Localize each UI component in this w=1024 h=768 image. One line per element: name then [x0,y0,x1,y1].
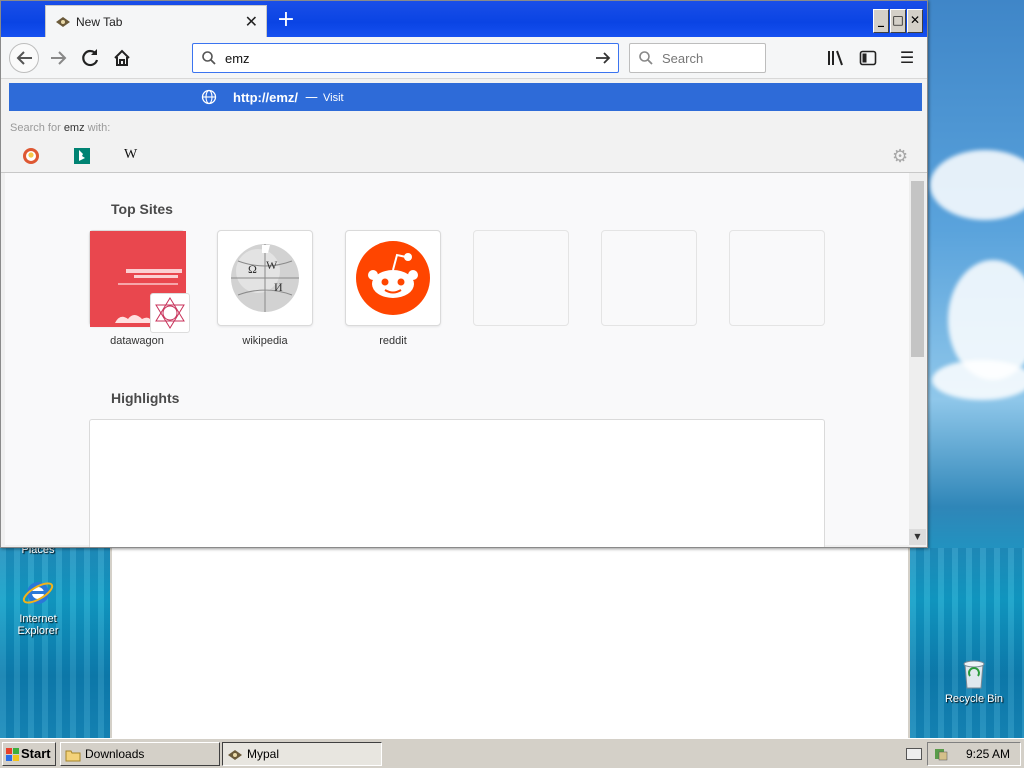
new-tab-button[interactable]: + [273,7,299,33]
top-site-label: datawagon [110,335,164,347]
menu-icon[interactable]: ☰ [892,43,922,73]
mypal-icon [227,747,243,768]
top-site-tile-wikipedia[interactable]: Ω W И [217,230,313,326]
duckduckgo-icon[interactable] [22,147,40,165]
taskbar-item-label: Downloads [85,747,145,761]
mypal-tab-icon [55,15,71,29]
taskbar-item-label: Mypal [247,747,280,761]
top-sites-title: Top Sites [111,201,173,217]
new-tab-page: Top Sites datawagon Ω W И wikipedia redd… [5,173,909,547]
bing-icon[interactable] [73,147,91,165]
top-site-tile-reddit[interactable] [345,230,441,326]
top-site-label: wikipedia [242,335,288,347]
globe-icon [201,89,217,105]
browser-window: New Tab ✕ + _ □ ✕ emz Search ☰ http://em… [0,0,928,548]
datawagon-favicon [150,293,190,333]
reload-button[interactable] [75,43,105,73]
search-bar[interactable]: Search [629,43,766,73]
reddit-icon [356,241,430,315]
recycle-bin-icon [957,656,991,690]
clock[interactable]: 9:25 AM [966,743,1010,765]
visit-url-row[interactable]: http://emz/ — Visit [9,83,922,111]
wikipedia-globe-icon: Ω W И [231,244,299,312]
tab-title: New Tab [76,15,123,29]
desktop-icon-recycle-bin[interactable]: Recycle Bin [936,656,1012,705]
search-icon [201,50,217,66]
visit-url-text: http://emz/ [233,90,298,105]
top-site-label: reddit [379,335,407,347]
highlights-title: Highlights [111,390,180,406]
sidebar-button[interactable] [853,43,883,73]
desktop-icon-internet-explorer[interactable]: Internet Explorer [0,576,76,637]
maximize-button[interactable]: □ [890,9,906,33]
search-bar-placeholder: Search [662,51,704,66]
tab-new-tab[interactable]: New Tab ✕ [45,5,267,37]
downloads-window-background [110,546,910,738]
visit-action-label: Visit [323,92,344,104]
close-window-button[interactable]: ✕ [907,9,923,33]
go-arrow-icon[interactable] [594,47,612,74]
folder-icon [65,747,81,768]
search-with-term: emz [63,122,85,134]
scroll-down-icon[interactable]: ▼ [909,529,926,545]
network-icon[interactable] [933,746,949,768]
svg-text:W: W [266,258,278,272]
vertical-scrollbar[interactable]: ▼ [909,173,926,545]
taskbar-item-downloads[interactable]: Downloads [60,742,220,766]
cloud-decoration [932,360,1024,400]
desktop-icon-label: Internet Explorer [17,613,59,637]
internet-explorer-icon [21,576,55,610]
keyboard-icon[interactable] [906,748,922,760]
forward-button[interactable] [43,43,73,73]
url-autocomplete-popup: http://emz/ — Visit Search for emz with:… [1,79,927,173]
url-input-value[interactable]: emz [225,51,250,66]
visit-separator: — [305,90,318,105]
desktop-icon-label: Recycle Bin [944,693,1004,705]
url-bar[interactable]: emz [192,43,619,73]
library-button[interactable] [821,43,851,73]
minimize-button[interactable]: _ [873,9,889,33]
scrollbar-thumb[interactable] [911,181,924,357]
start-button[interactable]: Start [2,742,56,766]
svg-text:И: И [274,280,283,294]
wikipedia-icon[interactable]: W [124,147,142,165]
search-icon [638,50,654,66]
windows-flag-icon [6,747,20,768]
top-site-tile-datawagon[interactable] [89,230,190,333]
taskbar-item-mypal[interactable]: Mypal [222,742,382,766]
system-tray: 9:25 AM [927,742,1021,766]
search-with-label: Search for emz with: [10,122,110,134]
gear-icon[interactable]: ⚙ [892,146,908,167]
cloud-decoration [930,150,1024,220]
taskbar: Start Downloads Mypal 9:25 AM [0,738,1024,768]
back-button[interactable] [9,43,39,73]
tab-close-icon[interactable]: ✕ [245,12,258,32]
home-button[interactable] [107,43,137,73]
title-bar[interactable]: New Tab ✕ + _ □ ✕ [1,1,927,37]
search-with-suffix: with: [87,122,111,134]
highlights-card [89,419,825,547]
start-label: Start [21,746,51,761]
top-site-tile-empty[interactable] [729,230,825,326]
top-site-tile-empty[interactable] [601,230,697,326]
navigation-toolbar: emz Search ☰ [1,37,927,79]
top-site-tile-empty[interactable] [473,230,569,326]
search-with-prefix: Search for [10,122,61,134]
svg-text:Ω: Ω [248,262,257,276]
